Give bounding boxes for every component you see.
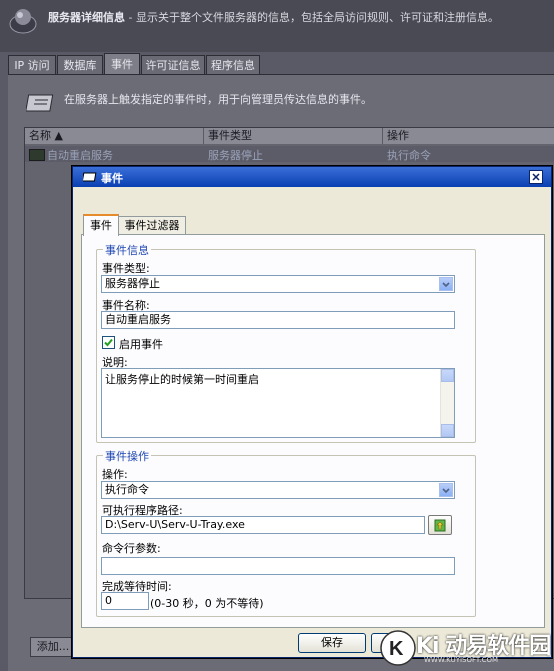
event-info-group: 事件信息 事件类型: 服务器停止 事件名称: 自动重启服务 启用事件 说明: 让… bbox=[96, 242, 476, 443]
event-action-legend: 事件操作 bbox=[103, 448, 151, 464]
event-tab-body: 事件信息 事件类型: 服务器停止 事件名称: 自动重启服务 启用事件 说明: 让… bbox=[81, 234, 545, 628]
sort-ascending-icon: ▲ bbox=[54, 129, 63, 142]
enable-event-checkbox[interactable] bbox=[102, 336, 115, 349]
server-logo-icon bbox=[9, 9, 37, 34]
event-window-icon bbox=[83, 172, 97, 182]
command-icon bbox=[29, 149, 45, 161]
browse-button[interactable] bbox=[428, 515, 452, 535]
server-details-subtitle: - 显示关于整个文件服务器的信息，包括全局访问规则、许可证和注册信息。 bbox=[125, 11, 499, 24]
svg-text:K: K bbox=[389, 638, 404, 660]
table-row[interactable]: 自动重启服务 服务器停止 执行命令 bbox=[25, 146, 554, 162]
tab-program-info[interactable]: 程序信息 bbox=[206, 55, 260, 75]
scroll-down-icon[interactable] bbox=[441, 424, 454, 437]
tab-license-info[interactable]: 许可证信息 bbox=[141, 55, 205, 75]
close-button[interactable] bbox=[529, 170, 543, 184]
description-scrollbar[interactable] bbox=[440, 369, 454, 437]
event-action-group: 事件操作 操作: 执行命令 可执行程序路径: D:\Serv-U\Serv-U-… bbox=[96, 448, 476, 617]
tab-events[interactable]: 事件 bbox=[104, 53, 140, 76]
dialog-titlebar[interactable]: 事件 bbox=[73, 167, 551, 187]
tab-ip-access[interactable]: IP 访问 bbox=[8, 55, 56, 75]
row-name: 自动重启服务 bbox=[47, 149, 113, 162]
tab-event[interactable]: 事件 bbox=[83, 214, 119, 236]
enable-event-label[interactable]: 启用事件 bbox=[119, 336, 163, 352]
action-label: 操作: bbox=[102, 468, 128, 481]
column-header-action[interactable]: 操作 bbox=[383, 128, 554, 144]
row-action: 执行命令 bbox=[387, 149, 431, 162]
action-select[interactable]: 执行命令 bbox=[101, 481, 455, 499]
exe-path-field[interactable]: D:\Serv-U\Serv-U-Tray.exe bbox=[101, 516, 425, 534]
tab-database[interactable]: 数据库 bbox=[57, 55, 103, 75]
wait-time-field[interactable]: 0 bbox=[101, 592, 149, 610]
event-type-label: 事件类型: bbox=[102, 262, 150, 275]
command-args-label: 命令行参数: bbox=[102, 542, 161, 555]
event-type-select[interactable]: 服务器停止 bbox=[101, 275, 455, 293]
folder-arrow-icon bbox=[434, 519, 446, 532]
events-list-icon bbox=[26, 94, 54, 112]
server-details-title: 服务器详细信息 bbox=[48, 11, 125, 24]
event-name-field[interactable]: 自动重启服务 bbox=[101, 311, 455, 329]
column-header-event-type[interactable]: 事件类型 bbox=[204, 128, 383, 144]
events-panel-description: 在服务器上触发指定的事件时，用于向管理员传达信息的事件。 bbox=[64, 93, 372, 106]
column-header-name[interactable]: 名称 ▲ bbox=[25, 128, 204, 144]
scroll-up-icon[interactable] bbox=[441, 369, 454, 382]
dialog-title: 事件 bbox=[101, 172, 123, 185]
description-text: 让服务停止的时候第一时间重启 bbox=[105, 373, 259, 386]
description-textarea[interactable]: 让服务停止的时候第一时间重启 bbox=[101, 368, 455, 438]
chevron-down-icon[interactable] bbox=[439, 483, 453, 497]
add-event-button[interactable]: 添加... bbox=[30, 637, 76, 657]
command-args-field[interactable] bbox=[101, 557, 455, 575]
close-icon bbox=[532, 173, 540, 181]
tab-event-filter[interactable]: 事件过滤器 bbox=[118, 216, 186, 235]
save-button[interactable]: 保存 bbox=[298, 633, 366, 653]
server-details-header: 服务器详细信息 - 显示关于整个文件服务器的信息，包括全局访问规则、许可证和注册… bbox=[0, 0, 554, 52]
watermark-url: WWW.KUYISOFT.COM bbox=[424, 656, 499, 664]
row-event-type: 服务器停止 bbox=[208, 149, 263, 162]
chevron-down-icon[interactable] bbox=[439, 277, 453, 291]
event-info-legend: 事件信息 bbox=[103, 242, 151, 258]
wait-time-hint: (0-30 秒，0 为不等待) bbox=[150, 597, 264, 610]
checkmark-icon bbox=[104, 338, 113, 347]
event-dialog: 事件 事件 事件过滤器 事件信息 事件类型: 服务器停止 事件名称: 自动重启服… bbox=[72, 166, 552, 658]
